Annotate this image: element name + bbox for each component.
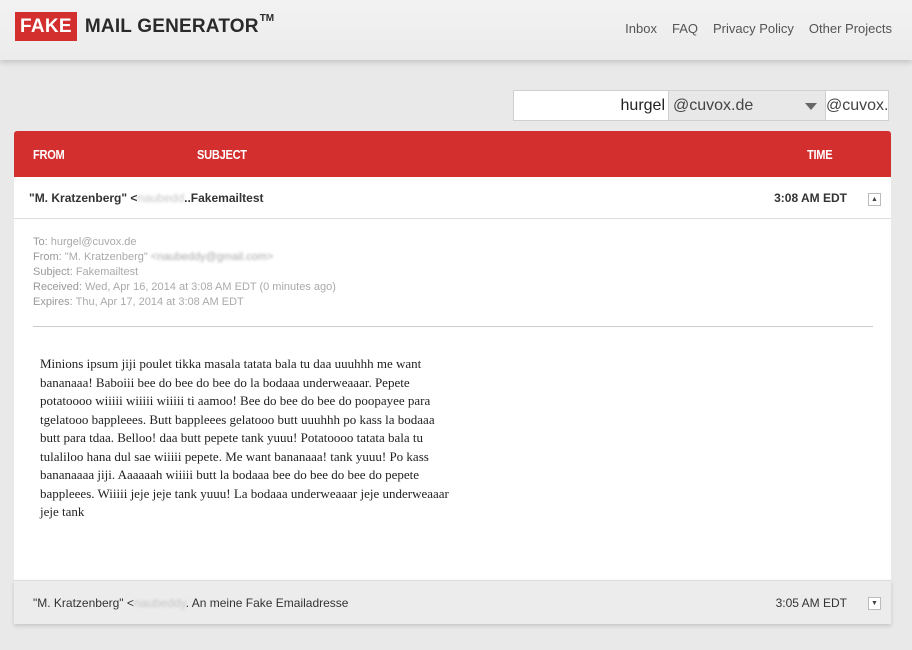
meta-from-email: <naubeddy@gmail.com> xyxy=(150,251,274,263)
email-address-bar: @cuvox.de @cuvox.de xyxy=(513,90,889,121)
message-body: Minions ipsum jiji poulet tikka masala t… xyxy=(40,356,449,519)
chevron-down-icon xyxy=(805,103,817,110)
domain-select[interactable]: @cuvox.de xyxy=(668,90,826,121)
open-message: "M. Kratzenberg" <naubedd..Fakemailtest … xyxy=(14,177,891,580)
message-subject: . An meine Fake Emailadresse xyxy=(185,596,349,610)
meta-from: "M. Kratzenberg" xyxy=(64,251,148,263)
logo-trademark: TM xyxy=(259,13,275,24)
full-address-display[interactable]: @cuvox.de xyxy=(826,90,889,121)
nav-link-privacy-policy[interactable]: Privacy Policy xyxy=(713,21,794,36)
expand-toggle-icon[interactable]: ▼ xyxy=(868,597,881,610)
message-row[interactable]: "M. Kratzenberg" <naubeddy. An meine Fak… xyxy=(14,580,891,624)
meta-received: Wed, Apr 16, 2014 at 3:08 AM EDT (0 minu… xyxy=(84,281,336,293)
nav-link-inbox[interactable]: Inbox xyxy=(625,21,657,36)
message-subject: ..Fakemailtest xyxy=(184,191,264,205)
site-header: FAKE MAIL GENERATOR TM Inbox FAQ Privacy… xyxy=(0,0,912,60)
site-logo[interactable]: FAKE MAIL GENERATOR TM xyxy=(15,12,274,41)
blurred-email: naubeddy xyxy=(133,596,186,610)
collapse-toggle-icon[interactable]: ▲ xyxy=(868,193,881,206)
logo-text: MAIL GENERATOR xyxy=(84,15,259,37)
message-time: 3:08 AM EDT xyxy=(774,191,847,205)
meta-subject: Fakemailtest xyxy=(75,266,139,278)
top-nav: Inbox FAQ Privacy Policy Other Projects xyxy=(625,21,892,36)
nav-link-other-projects[interactable]: Other Projects xyxy=(809,21,892,36)
blurred-email: naubedd xyxy=(137,191,185,205)
message-meta: To: hurgel@cuvox.de From: "M. Kratzenber… xyxy=(33,236,336,308)
message-from: "M. Kratzenberg" <naubedd..Fakemailtest xyxy=(29,191,264,205)
logo-fake-badge: FAKE xyxy=(15,12,77,41)
message-row[interactable]: "M. Kratzenberg" <naubedd..Fakemailtest … xyxy=(14,177,891,219)
meta-expires: Thu, Apr 17, 2014 at 3:08 AM EDT xyxy=(75,296,244,308)
nav-link-faq[interactable]: FAQ xyxy=(672,21,698,36)
meta-to: hurgel@cuvox.de xyxy=(50,236,137,248)
message-time: 3:05 AM EDT xyxy=(775,596,847,610)
column-header-from: FROM xyxy=(33,147,65,162)
username-input[interactable] xyxy=(513,90,668,121)
message-from: "M. Kratzenberg" <naubeddy. An meine Fak… xyxy=(33,596,349,610)
column-header-time: TIME xyxy=(807,147,833,162)
column-header-subject: SUBJECT xyxy=(197,147,247,162)
inbox-table-header: FROM SUBJECT TIME xyxy=(14,131,891,177)
domain-select-value: @cuvox.de xyxy=(673,97,754,114)
